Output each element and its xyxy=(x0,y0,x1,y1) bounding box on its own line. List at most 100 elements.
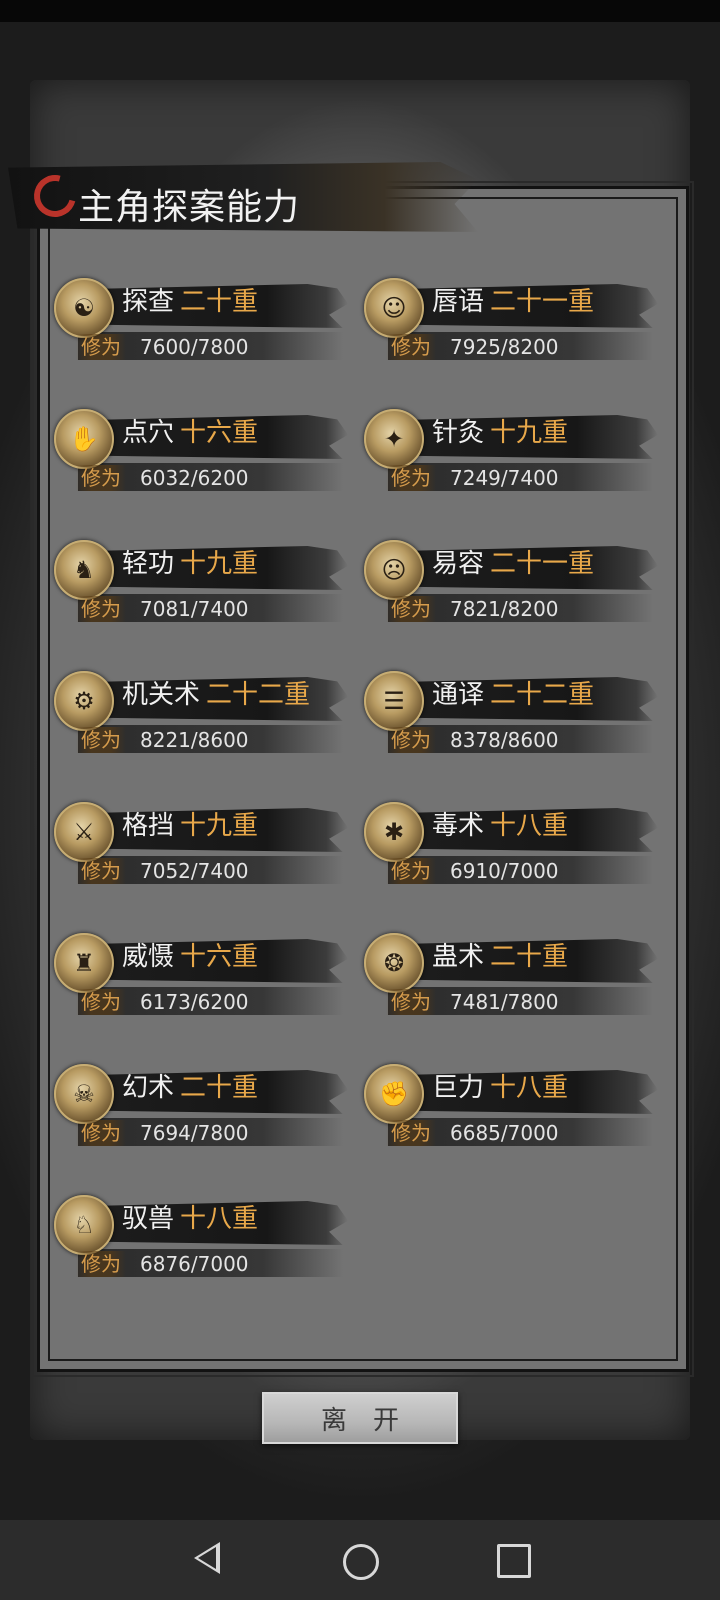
skill-name-text: 机关术 xyxy=(122,680,201,710)
xp-value: 7694/7800 xyxy=(140,1121,249,1145)
xp-value: 8378/8600 xyxy=(450,728,559,752)
parry-icon: ⚔ xyxy=(54,802,114,862)
skill-rank: 二十二重 xyxy=(490,680,595,710)
skill-card: ✋ 点穴 十六重 修为 6032/6200 xyxy=(52,409,352,509)
skill-name: 格挡 十九重 xyxy=(122,808,258,844)
skill-name: 机关术 二十二重 xyxy=(122,677,310,713)
skill-name: 通译 二十二重 xyxy=(432,677,594,713)
skill-name-text: 驭兽 xyxy=(122,1204,175,1234)
xp-label: 修为 xyxy=(76,727,126,753)
skill-name-text: 针灸 xyxy=(432,418,485,448)
intimidate-icon: ♜ xyxy=(54,933,114,993)
xp-label: 修为 xyxy=(76,1251,126,1277)
skill-name: 威慑 十六重 xyxy=(122,939,258,975)
illusion-icon: ☠ xyxy=(54,1064,114,1124)
skill-rank: 十六重 xyxy=(180,418,259,448)
xp-value: 7600/7800 xyxy=(140,335,249,359)
skill-rank: 十六重 xyxy=(180,942,259,972)
skill-name: 点穴 十六重 xyxy=(122,415,258,451)
skill-card: ⚙ 机关术 二十二重 修为 8221/8600 xyxy=(52,671,352,771)
skill-name: 毒术 十八重 xyxy=(432,808,568,844)
skill-rank: 二十一重 xyxy=(490,287,595,317)
lip-reading-icon: ☺ xyxy=(364,278,424,338)
xp-value: 6876/7000 xyxy=(140,1252,249,1276)
xp-label: 修为 xyxy=(76,465,126,491)
skill-name-text: 蛊术 xyxy=(432,942,485,972)
skill-name: 轻功 十九重 xyxy=(122,546,258,582)
xp-value: 7821/8200 xyxy=(450,597,559,621)
xp-value: 7249/7400 xyxy=(450,466,559,490)
xp-value: 7052/7400 xyxy=(140,859,249,883)
xp-value: 6910/7000 xyxy=(450,859,559,883)
skill-rank: 十八重 xyxy=(490,811,569,841)
xp-label: 修为 xyxy=(76,334,126,360)
poison-spider-icon: ✱ xyxy=(364,802,424,862)
xp-value: 7481/7800 xyxy=(450,990,559,1014)
skill-rank: 十九重 xyxy=(490,418,569,448)
investigate-icon: ☯ xyxy=(54,278,114,338)
skill-name: 唇语 二十一重 xyxy=(432,284,594,320)
skill-rank: 二十一重 xyxy=(490,549,595,579)
skill-name-text: 点穴 xyxy=(122,418,175,448)
xp-label: 修为 xyxy=(386,727,436,753)
translation-icon: ☰ xyxy=(364,671,424,731)
lightness-kungfu-icon: ♞ xyxy=(54,540,114,600)
skill-name-text: 探查 xyxy=(122,287,175,317)
skill-name-text: 威慑 xyxy=(122,942,175,972)
skill-card: ♘ 驭兽 十八重 修为 6876/7000 xyxy=(52,1195,352,1295)
acupuncture-icon: ✦ xyxy=(364,409,424,469)
xp-value: 8221/8600 xyxy=(140,728,249,752)
xp-label: 修为 xyxy=(76,858,126,884)
skill-grid: ☯ 探查 二十重 修为 7600/7800 ☺ 唇语 二十一重 修为 7925/8200 ✋ 点穴 十六… xyxy=(52,278,672,1326)
skill-card: ♜ 威慑 十六重 修为 6173/6200 xyxy=(52,933,352,1033)
skill-name-text: 易容 xyxy=(432,549,485,579)
skill-rank: 二十重 xyxy=(180,1073,259,1103)
skill-rank: 二十二重 xyxy=(206,680,311,710)
skill-name-text: 通译 xyxy=(432,680,485,710)
recent-apps-icon[interactable] xyxy=(497,1544,531,1578)
skill-card: ❂ 蛊术 二十重 修为 7481/7800 xyxy=(362,933,662,1033)
page-title: 主角探案能力 xyxy=(78,187,301,228)
skill-rank: 二十重 xyxy=(180,287,259,317)
skill-name-text: 格挡 xyxy=(122,811,175,841)
skill-card: ✦ 针灸 十九重 修为 7249/7400 xyxy=(362,409,662,509)
leave-button[interactable]: 离开 xyxy=(262,1392,458,1444)
back-icon[interactable] xyxy=(194,1542,220,1574)
xp-label: 修为 xyxy=(386,1120,436,1146)
skill-name: 驭兽 十八重 xyxy=(122,1201,258,1237)
skill-name-text: 幻术 xyxy=(122,1073,175,1103)
xp-label: 修为 xyxy=(76,1120,126,1146)
skill-card: ♞ 轻功 十九重 修为 7081/7400 xyxy=(52,540,352,640)
home-icon[interactable] xyxy=(343,1544,379,1580)
skill-name: 幻术 二十重 xyxy=(122,1070,258,1106)
skill-name-text: 唇语 xyxy=(432,287,485,317)
beast-taming-icon: ♘ xyxy=(54,1195,114,1255)
skill-card: ☯ 探查 二十重 修为 7600/7800 xyxy=(52,278,352,378)
skill-name-text: 轻功 xyxy=(122,549,175,579)
skill-card: ☰ 通译 二十二重 修为 8378/8600 xyxy=(362,671,662,771)
xp-value: 6173/6200 xyxy=(140,990,249,1014)
xp-value: 7925/8200 xyxy=(450,335,559,359)
skill-name: 针灸 十九重 xyxy=(432,415,568,451)
skill-name: 易容 二十一重 xyxy=(432,546,594,582)
skill-name: 探查 二十重 xyxy=(122,284,258,320)
skill-name-text: 毒术 xyxy=(432,811,485,841)
skill-card: ☺ 唇语 二十一重 修为 7925/8200 xyxy=(362,278,662,378)
xp-label: 修为 xyxy=(386,465,436,491)
skill-card: ☹ 易容 二十一重 修为 7821/8200 xyxy=(362,540,662,640)
disguise-icon: ☹ xyxy=(364,540,424,600)
skill-name: 巨力 十八重 xyxy=(432,1070,568,1106)
skill-name: 蛊术 二十重 xyxy=(432,939,568,975)
xp-value: 6685/7000 xyxy=(450,1121,559,1145)
skill-card: ⚔ 格挡 十九重 修为 7052/7400 xyxy=(52,802,352,902)
xp-value: 7081/7400 xyxy=(140,597,249,621)
xp-label: 修为 xyxy=(386,858,436,884)
status-bar xyxy=(0,0,720,22)
skill-rank: 十八重 xyxy=(180,1204,259,1234)
xp-value: 6032/6200 xyxy=(140,466,249,490)
skill-name-text: 巨力 xyxy=(432,1073,485,1103)
skill-rank: 十九重 xyxy=(180,811,259,841)
skill-rank: 十九重 xyxy=(180,549,259,579)
gu-sorcery-icon: ❂ xyxy=(364,933,424,993)
acupoint-icon: ✋ xyxy=(54,409,114,469)
